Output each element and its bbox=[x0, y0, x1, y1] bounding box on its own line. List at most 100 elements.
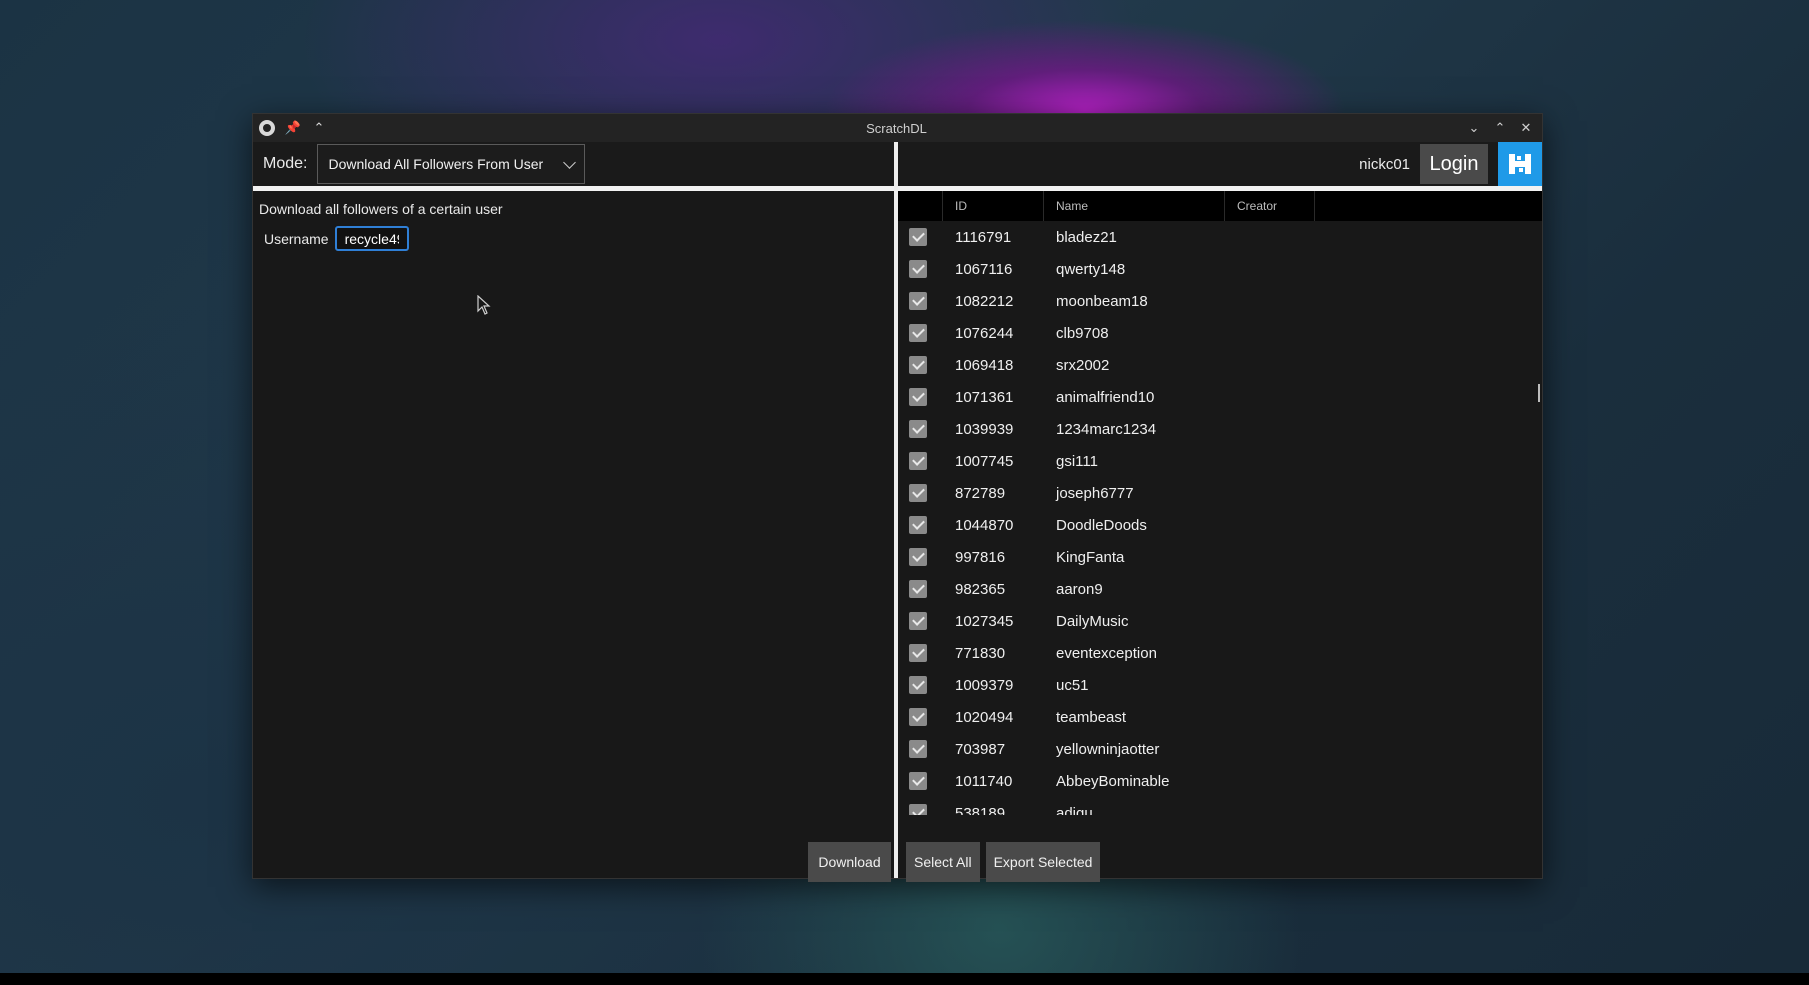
row-checkbox[interactable] bbox=[909, 228, 927, 246]
row-id: 1020494 bbox=[955, 708, 1014, 726]
row-checkbox[interactable] bbox=[909, 676, 927, 694]
table-row[interactable]: 1007745 gsi111 bbox=[898, 445, 1542, 477]
app-window: 📌 ⌃ ScratchDL ⌄ ⌃ ✕ Mode: Download All F… bbox=[252, 113, 1543, 882]
maximize-button[interactable]: ⌃ bbox=[1492, 120, 1508, 136]
row-name: DailyMusic bbox=[1056, 612, 1129, 630]
table-row[interactable]: 1027345 DailyMusic bbox=[898, 605, 1542, 637]
row-id: 1067116 bbox=[955, 260, 1013, 278]
scrollbar-thumb[interactable] bbox=[1538, 384, 1540, 402]
row-checkbox[interactable] bbox=[909, 612, 927, 630]
row-checkbox[interactable] bbox=[909, 388, 927, 406]
table-row[interactable]: 1071361 animalfriend10 bbox=[898, 381, 1542, 413]
row-checkbox[interactable] bbox=[909, 484, 927, 502]
left-panel: Mode: Download All Followers From User D… bbox=[253, 142, 894, 882]
mode-description: Download all followers of a certain user bbox=[259, 201, 503, 217]
mouse-cursor-icon bbox=[477, 295, 491, 315]
screen-bottom-edge bbox=[0, 973, 1809, 985]
table-row[interactable]: 982365 aaron9 bbox=[898, 573, 1542, 605]
row-checkbox[interactable] bbox=[909, 644, 927, 662]
title-bar: 📌 ⌃ ScratchDL ⌄ ⌃ ✕ bbox=[253, 114, 1542, 142]
row-checkbox[interactable] bbox=[909, 420, 927, 438]
row-name: AbbeyBominable bbox=[1056, 772, 1170, 790]
row-name: 1234marc1234 bbox=[1056, 420, 1157, 438]
export-selected-button[interactable]: Export Selected bbox=[985, 842, 1101, 882]
row-checkbox[interactable] bbox=[909, 292, 927, 310]
app-brand-icon[interactable] bbox=[1498, 142, 1542, 186]
row-id: 1039939 bbox=[955, 420, 1014, 438]
row-name: aaron9 bbox=[1056, 580, 1103, 598]
row-checkbox[interactable] bbox=[909, 708, 927, 726]
row-checkbox[interactable] bbox=[909, 580, 927, 598]
app-logo-icon bbox=[259, 120, 275, 136]
row-name: adiqu bbox=[1056, 804, 1093, 816]
row-checkbox[interactable] bbox=[909, 324, 927, 342]
row-name: qwerty148 bbox=[1056, 260, 1126, 278]
select-all-button[interactable]: Select All bbox=[906, 842, 980, 882]
table-row[interactable]: 1082212 moonbeam18 bbox=[898, 285, 1542, 317]
row-name: srx2002 bbox=[1056, 356, 1110, 374]
row-checkbox[interactable] bbox=[909, 740, 927, 758]
row-checkbox[interactable] bbox=[909, 356, 927, 374]
keep-above-icon[interactable]: ⌃ bbox=[311, 120, 327, 136]
column-header-creator[interactable]: Creator bbox=[1225, 191, 1315, 221]
table-row[interactable]: 1011740 AbbeyBominable bbox=[898, 765, 1542, 797]
row-checkbox[interactable] bbox=[909, 772, 927, 790]
table-row[interactable]: 1116791 bladez21 bbox=[898, 221, 1542, 253]
username-label: Username bbox=[264, 230, 329, 247]
table-row[interactable]: 997816 KingFanta bbox=[898, 541, 1542, 573]
row-name: DoodleDoods bbox=[1056, 516, 1147, 534]
table-row[interactable]: 538189 adiqu bbox=[898, 797, 1542, 815]
account-username: nickc01 bbox=[1359, 155, 1410, 173]
row-id: 1082212 bbox=[955, 292, 1014, 310]
table-row[interactable]: 1067116 qwerty148 bbox=[898, 253, 1542, 285]
row-id: 982365 bbox=[955, 580, 1006, 598]
username-input[interactable] bbox=[334, 226, 409, 251]
row-id: 538189 bbox=[955, 804, 1006, 816]
row-name: yellowninjaotter bbox=[1056, 740, 1160, 758]
pin-icon[interactable]: 📌 bbox=[285, 120, 301, 136]
mode-selected-value: Download All Followers From User bbox=[328, 156, 544, 172]
row-id: 1071361 bbox=[955, 388, 1014, 406]
row-id: 703987 bbox=[955, 740, 1006, 758]
minimize-button[interactable]: ⌄ bbox=[1466, 120, 1482, 136]
row-name: moonbeam18 bbox=[1056, 292, 1148, 310]
row-id: 1069418 bbox=[955, 356, 1014, 374]
row-id: 872789 bbox=[955, 484, 1006, 502]
column-header-name[interactable]: Name bbox=[1044, 191, 1225, 221]
table-row[interactable]: 1039939 1234marc1234 bbox=[898, 413, 1542, 445]
row-id: 771830 bbox=[955, 644, 1006, 662]
column-header-select[interactable] bbox=[898, 191, 943, 221]
close-button[interactable]: ✕ bbox=[1518, 120, 1534, 136]
row-checkbox[interactable] bbox=[909, 452, 927, 470]
table-row[interactable]: 1009379 uc51 bbox=[898, 669, 1542, 701]
row-name: teambeast bbox=[1056, 708, 1127, 726]
row-checkbox[interactable] bbox=[909, 548, 927, 566]
row-id: 1011740 bbox=[955, 772, 1013, 790]
table-row[interactable]: 872789 joseph6777 bbox=[898, 477, 1542, 509]
row-id: 1027345 bbox=[955, 612, 1014, 630]
row-name: joseph6777 bbox=[1056, 484, 1134, 502]
table-row[interactable]: 1069418 srx2002 bbox=[898, 349, 1542, 381]
table-row[interactable]: 1076244 clb9708 bbox=[898, 317, 1542, 349]
column-header-id[interactable]: ID bbox=[943, 191, 1044, 221]
table-row[interactable]: 703987 yellowninjaotter bbox=[898, 733, 1542, 765]
row-checkbox[interactable] bbox=[909, 516, 927, 534]
row-name: gsi111 bbox=[1056, 452, 1098, 470]
row-name: uc51 bbox=[1056, 676, 1089, 694]
row-checkbox[interactable] bbox=[909, 260, 927, 278]
row-name: clb9708 bbox=[1056, 324, 1109, 342]
table-header: ID Name Creator bbox=[898, 191, 1542, 221]
row-checkbox[interactable] bbox=[909, 804, 927, 815]
row-id: 1009379 bbox=[955, 676, 1014, 694]
row-name: animalfriend10 bbox=[1056, 388, 1155, 406]
row-name: bladez21 bbox=[1056, 228, 1117, 246]
login-button[interactable]: Login bbox=[1420, 144, 1488, 184]
download-button[interactable]: Download bbox=[808, 842, 891, 882]
row-id: 997816 bbox=[955, 548, 1006, 566]
mode-dropdown[interactable]: Download All Followers From User bbox=[317, 144, 586, 184]
row-id: 1044870 bbox=[955, 516, 1014, 534]
table-row[interactable]: 771830 eventexception bbox=[898, 637, 1542, 669]
table-row[interactable]: 1044870 DoodleDoods bbox=[898, 509, 1542, 541]
results-table-body: 1116791 bladez21 1067116 qwerty148 1082212 mo… bbox=[898, 221, 1542, 815]
table-row[interactable]: 1020494 teambeast bbox=[898, 701, 1542, 733]
